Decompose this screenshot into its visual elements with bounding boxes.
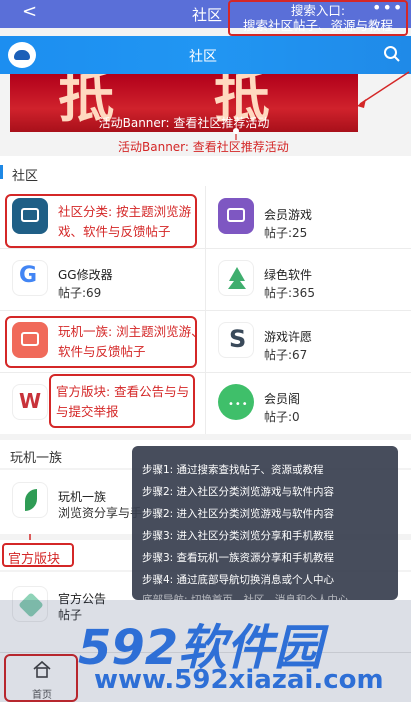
category-callout-line: 戏、软件与反馈帖子 [58,224,171,239]
category-item-wishes[interactable]: S 游戏许愿 帖子:67 [206,314,411,370]
app-logo-icon [8,42,36,68]
category-name: 绿色软件 [264,268,313,282]
step-text: 步骤2: 进入社区分类浏览游戏与软件内容 [142,486,335,498]
w-logo-icon: W [12,384,48,420]
wanji-callout-line: 玩机一族: 浏主题浏览游、 [58,324,204,339]
wanji-callout-line: 软件与反馈帖子 [58,344,146,359]
category-name: 会员阁 [264,392,301,406]
category-post-count: 帖子:365 [264,286,315,300]
category-item-gg[interactable]: G GG修改器 帖子:69 [0,252,205,308]
wanji-item-desc: 浏览资分享与手 [58,506,143,520]
wanji-callout-text: 玩机一族: 浏主题浏览游、 软件与反馈帖子 [58,322,204,362]
leaf-icon [12,482,48,518]
section-accent [0,165,3,179]
category-name: 游戏许愿 [264,330,313,344]
category-item-member-games[interactable]: 会员游戏 帖子:25 [206,190,411,246]
category-post-count: 帖子:67 [264,348,308,362]
step-text: 步骤2: 进入社区分类浏览游戏与软件内容 [142,508,335,520]
section-title-wanji: 玩机一族 [10,451,63,466]
banner-caption: 活动Banner: 查看社区推荐活动 [98,116,270,130]
category-callout-text: 社区分类: 按主题浏览游 戏、软件与反馈帖子 [58,202,191,242]
section-title-official: 官方版块 [8,552,61,567]
google-g-icon: G [12,260,48,296]
category-post-count: 帖子:69 [58,286,102,300]
member-games-icon [218,198,254,234]
step-text: 步骤3: 进入社区分类浏览分享和手机教程 [142,530,335,542]
wanji-item-name: 玩机一族 [58,490,107,504]
search-callout-title: 搜索入口: [290,3,346,18]
search-arrowhead [357,99,366,108]
back-button[interactable]: < [22,2,37,22]
steps-overlay: 步骤1: 通过搜索查找帖子、资源或教程 步骤2: 进入社区分类浏览游戏与软件内容… [132,446,398,606]
search-callout: 搜索入口: 搜索社区帖子、资源与教程 [228,0,408,36]
search-arrow [359,71,410,105]
tree-icon [218,260,254,296]
category-item-green-software[interactable]: 绿色软件 帖子:365 [206,252,411,308]
search-callout-desc: 搜索社区帖子、资源与教程 [242,18,393,33]
chat-bubble-icon: ••• [218,384,254,420]
community-section-header [0,156,411,186]
banner-indicator [233,128,239,134]
official-callout-line: 官方版块: 查看公告与与 [56,384,190,399]
header-title: 社区 [189,49,217,65]
page-title: 社区 [192,6,223,24]
banner-annotation: 活动Banner: 查看社区推荐活动 [118,140,289,154]
category-post-count: 帖子:25 [264,226,308,240]
step-text: 步骤1: 通过搜索查找帖子、资源或教程 [142,464,324,476]
community-header: 社区 [0,36,411,74]
category-callout-line: 社区分类: 按主题浏览游 [58,204,192,219]
category-name: GG修改器 [58,268,113,282]
activity-banner[interactable]: 抵 抵 活动Banner: 查看社区推荐活动 [10,74,358,132]
step-text: 步骤4: 通过底部导航切换消息或个人中心 [142,574,335,586]
category-item-member-pavilion[interactable]: ••• 会员阁 帖子:0 [206,376,411,432]
official-callout-text: 官方版块: 查看公告与与 与提交举报 [56,382,189,422]
watermark-url: www.592xiazai.com [94,665,384,695]
search-icon[interactable] [383,45,401,63]
section-title-community: 社区 [12,169,39,184]
official-callout-line: 与提交举报 [56,404,119,419]
step-text: 步骤3: 查看玩机一族资源分享和手机教程 [142,552,335,564]
category-post-count: 帖子:0 [264,410,300,424]
wish-s-icon: S [218,322,254,358]
category-name: 会员游戏 [264,208,313,222]
